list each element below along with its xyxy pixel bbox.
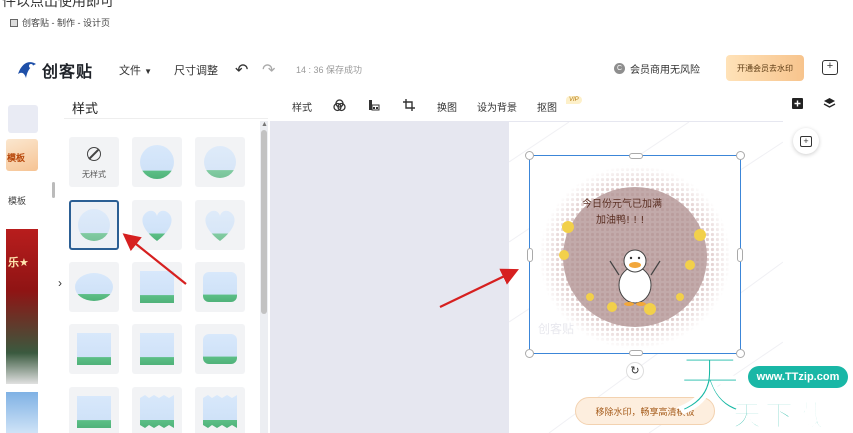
style-tile-heart[interactable] bbox=[132, 200, 182, 250]
style-tile-torn[interactable] bbox=[132, 387, 182, 433]
template-card[interactable]: 模板 bbox=[6, 139, 38, 171]
style-preview bbox=[140, 395, 174, 428]
resize-handle[interactable] bbox=[525, 349, 534, 358]
window-caption-text: 创客贴 - 制作 - 设计页 bbox=[22, 18, 110, 28]
style-tile-rounded2[interactable] bbox=[195, 324, 245, 374]
no-style-icon bbox=[87, 147, 101, 161]
commercial-safe-badge[interactable]: C 会员商用无风险 bbox=[614, 61, 700, 76]
style-tile-scallop[interactable] bbox=[195, 387, 245, 433]
resize-handle[interactable] bbox=[525, 151, 534, 160]
app-logo[interactable]: 创客贴 bbox=[16, 58, 93, 82]
redo-icon[interactable]: ↷ bbox=[262, 60, 275, 80]
style-tile-rect-top[interactable] bbox=[69, 324, 119, 374]
logo-text: 创客贴 bbox=[42, 64, 94, 81]
resize-handle[interactable] bbox=[629, 153, 643, 159]
style-tile-selected-soft[interactable] bbox=[69, 200, 119, 250]
toolbar-cutout[interactable]: 抠图 bbox=[537, 99, 557, 114]
style-tile-soft-circle[interactable] bbox=[195, 137, 245, 187]
festival-text: 乐★ bbox=[8, 257, 29, 269]
layers-icon[interactable] bbox=[823, 97, 836, 113]
toolbar-replace[interactable]: 换图 bbox=[437, 99, 457, 114]
style-tile-oval[interactable] bbox=[69, 262, 119, 312]
tutorial-caption-cut: 件以点出使用即可 bbox=[2, 0, 114, 9]
site-url: www.TTzip.com bbox=[748, 366, 848, 388]
selection-frame[interactable] bbox=[525, 151, 745, 358]
style-preview bbox=[203, 395, 237, 428]
add-comment-button[interactable]: + bbox=[793, 128, 819, 154]
chevron-right-icon[interactable]: › bbox=[58, 276, 62, 290]
template-label: 模板 bbox=[8, 196, 27, 206]
scroll-up-icon[interactable]: ▲ bbox=[261, 121, 268, 128]
style-preview bbox=[140, 333, 174, 365]
style-tile-circle[interactable] bbox=[132, 137, 182, 187]
style-preview bbox=[77, 396, 111, 428]
rail-card[interactable] bbox=[8, 105, 38, 133]
style-tile-rect-wave[interactable] bbox=[132, 324, 182, 374]
image-toolbar bbox=[270, 90, 783, 120]
template-thumbnail[interactable]: 乐★ bbox=[6, 229, 38, 384]
style-preview bbox=[142, 210, 172, 241]
style-tile-rounded[interactable] bbox=[195, 262, 245, 312]
window-icon bbox=[10, 18, 18, 27]
style-preview bbox=[140, 271, 174, 303]
resize-handle[interactable] bbox=[629, 350, 643, 356]
window-caption: 创客贴 - 制作 - 设计页 bbox=[10, 16, 110, 29]
style-preview bbox=[205, 210, 235, 241]
resize-handle[interactable] bbox=[527, 248, 533, 262]
resize-menu[interactable]: 尺寸调整 bbox=[174, 62, 218, 78]
site-name: 天下载 bbox=[732, 400, 830, 432]
add-comment-icon: + bbox=[800, 135, 812, 147]
filter-icon[interactable] bbox=[333, 99, 346, 115]
transparency-icon[interactable] bbox=[368, 99, 380, 114]
feedback-icon[interactable]: + bbox=[822, 60, 838, 75]
panel-title: 样式 bbox=[72, 101, 99, 116]
style-preview bbox=[204, 146, 236, 178]
file-menu-label: 文件 bbox=[119, 65, 141, 77]
panel-scroll-thumb[interactable] bbox=[261, 130, 267, 314]
open-membership-button[interactable]: 开通会员去水印 bbox=[726, 55, 804, 81]
template-thumbnail[interactable] bbox=[6, 392, 38, 433]
toolbar-style[interactable]: 样式 bbox=[292, 99, 312, 114]
rail-scrollbar[interactable] bbox=[52, 182, 55, 198]
rotate-icon[interactable]: ↻ bbox=[626, 362, 644, 380]
style-preview bbox=[77, 333, 111, 365]
style-tile-rect[interactable] bbox=[132, 262, 182, 312]
resize-handle[interactable] bbox=[736, 151, 745, 160]
crop-icon[interactable] bbox=[403, 99, 415, 114]
copyright-icon: C bbox=[614, 63, 625, 74]
style-preview bbox=[203, 334, 237, 364]
style-preview bbox=[78, 209, 110, 241]
style-tile-rect-b[interactable] bbox=[69, 387, 119, 433]
logo-icon bbox=[18, 62, 36, 78]
vip-tag: VIP bbox=[566, 96, 582, 104]
style-preview bbox=[75, 273, 113, 301]
style-tile-soft-heart[interactable] bbox=[195, 200, 245, 250]
caret-down-icon: ▼ bbox=[144, 67, 152, 76]
undo-icon[interactable]: ↶ bbox=[235, 60, 248, 80]
style-none-tile[interactable]: 无样式 bbox=[69, 137, 119, 187]
template-badge: 模板 bbox=[7, 153, 26, 163]
toolbar-set-background[interactable]: 设为背景 bbox=[477, 99, 517, 114]
add-page-icon[interactable] bbox=[791, 97, 804, 113]
style-preview bbox=[203, 272, 237, 302]
no-style-label: 无样式 bbox=[82, 170, 106, 179]
commercial-safe-label: 会员商用无风险 bbox=[630, 65, 700, 76]
resize-handle[interactable] bbox=[737, 248, 743, 262]
panel-divider bbox=[64, 118, 268, 119]
style-preview bbox=[140, 145, 174, 179]
save-status: 14 : 36 保存成功 bbox=[296, 65, 363, 75]
file-menu[interactable]: 文件 ▼ bbox=[119, 62, 152, 78]
